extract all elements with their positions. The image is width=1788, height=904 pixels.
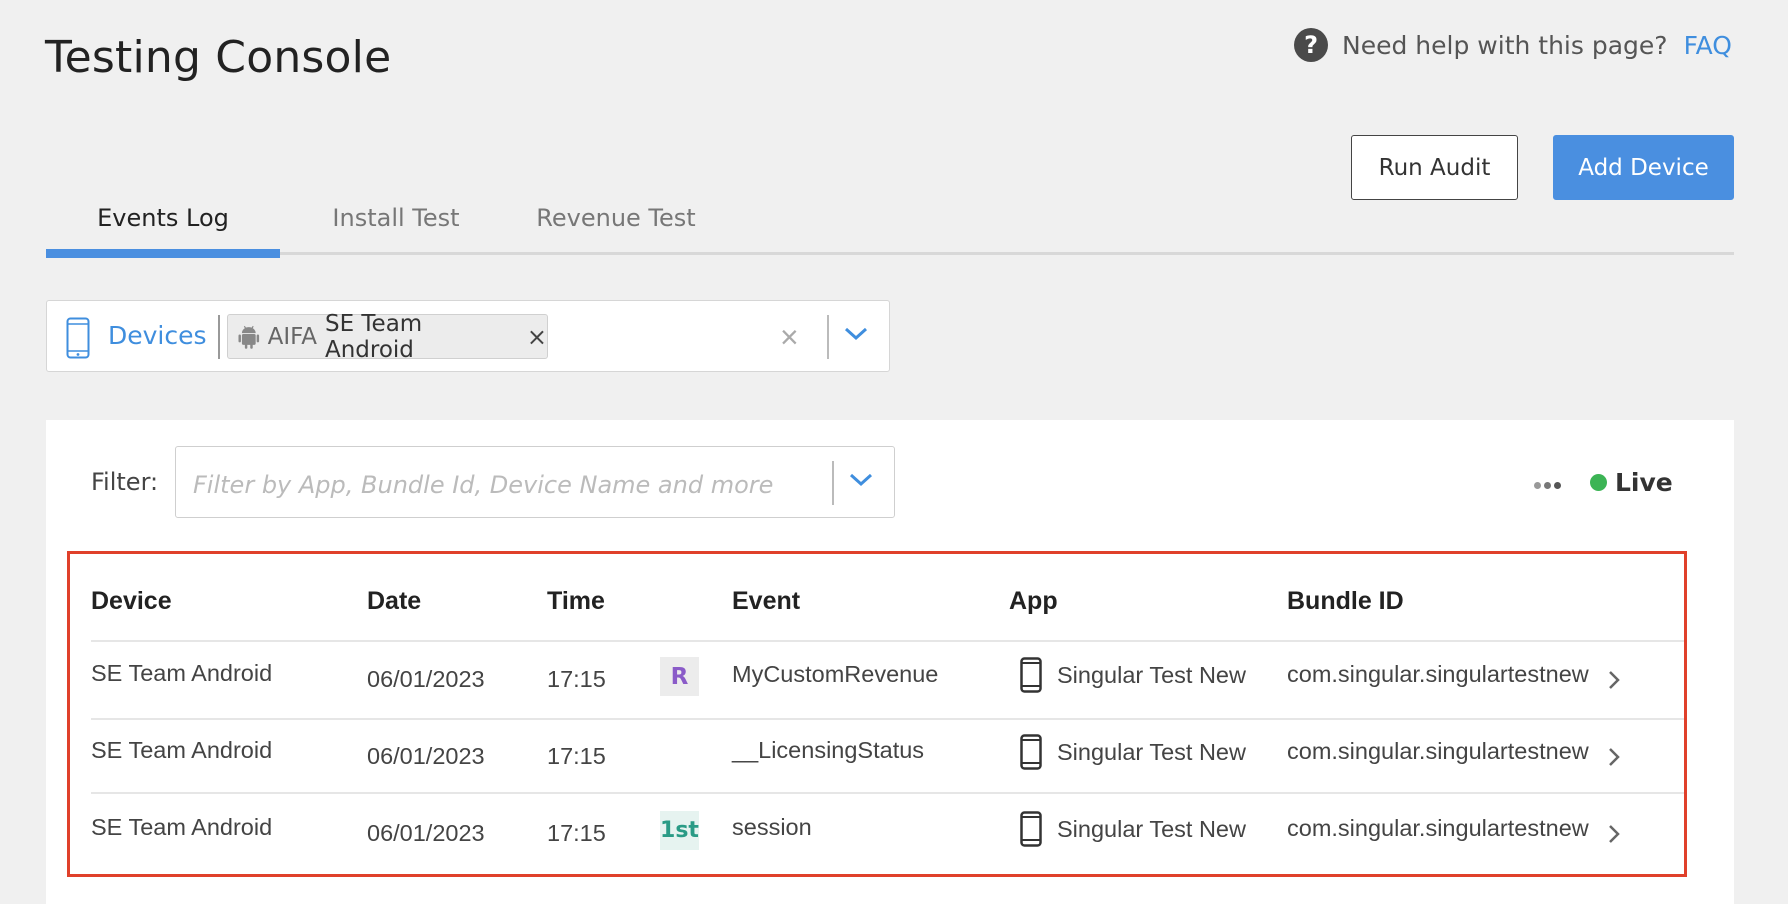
first-session-badge: 1st [660, 811, 699, 850]
chevron-right-icon[interactable] [1607, 746, 1621, 768]
remove-chip-icon[interactable]: × [527, 323, 547, 351]
column-header-event: Event [732, 587, 801, 615]
chevron-down-icon[interactable] [843, 325, 869, 343]
cell-device: SE Team Android [91, 814, 273, 840]
cell-device: SE Team Android [91, 660, 273, 686]
more-options-icon[interactable] [1534, 482, 1561, 489]
cell-time: 17:15 [547, 820, 606, 846]
live-status: Live [1590, 468, 1673, 497]
device-selector[interactable]: Devices AIFA SE Team Android × × [46, 300, 890, 372]
run-audit-button[interactable]: Run Audit [1351, 135, 1518, 200]
row-divider [91, 792, 1684, 794]
help-section: ? Need help with this page? FAQ [1294, 28, 1732, 62]
clear-selection-icon[interactable]: × [780, 319, 799, 356]
events-panel: Filter: Filter by App, Bundle Id, Device… [46, 420, 1734, 904]
events-table: Device Date Time Event App Bundle ID SE … [67, 551, 1687, 877]
cell-device: SE Team Android [91, 737, 273, 763]
filter-label: Filter: [91, 468, 159, 496]
cell-date: 06/01/2023 [367, 666, 485, 692]
tab-bar: Events Log Install Test Revenue Test [46, 200, 1734, 258]
cell-date: 06/01/2023 [367, 743, 485, 769]
row-divider [91, 718, 1684, 720]
chevron-down-icon[interactable] [848, 471, 874, 489]
id-type: AIFA [267, 323, 317, 350]
column-header-bundle-id: Bundle ID [1287, 587, 1404, 615]
cell-app: Singular Test New [1057, 662, 1246, 688]
android-icon [238, 325, 260, 349]
cell-app: Singular Test New [1057, 739, 1246, 765]
cell-bundle-id: com.singular.singulartestnew [1287, 738, 1589, 764]
cell-bundle-id: com.singular.singulartestnew [1287, 815, 1589, 841]
smartphone-icon [66, 317, 90, 359]
cell-event: session [732, 814, 812, 840]
cell-time: 17:15 [547, 743, 606, 769]
cell-bundle-id: com.singular.singulartestnew [1287, 661, 1589, 687]
live-indicator-icon [1590, 474, 1607, 491]
devices-label: Devices [108, 321, 207, 350]
page-title: Testing Console [45, 32, 392, 83]
chevron-right-icon[interactable] [1607, 823, 1621, 845]
tab-revenue-test[interactable]: Revenue Test [526, 204, 706, 258]
revenue-badge: R [660, 657, 699, 696]
column-header-app: App [1009, 587, 1058, 615]
filter-input[interactable]: Filter by App, Bundle Id, Device Name an… [175, 446, 895, 518]
tab-install-test[interactable]: Install Test [316, 204, 476, 258]
cell-app: Singular Test New [1057, 816, 1246, 842]
help-text: Need help with this page? [1342, 30, 1668, 60]
column-header-device: Device [91, 587, 172, 615]
chevron-right-icon[interactable] [1607, 669, 1621, 691]
smartphone-icon [1020, 734, 1042, 770]
divider [832, 461, 834, 505]
cell-time: 17:15 [547, 666, 606, 692]
row-divider [91, 640, 1684, 642]
divider [827, 315, 829, 359]
cell-date: 06/01/2023 [367, 820, 485, 846]
selected-device-chip: AIFA SE Team Android × [227, 311, 548, 363]
filter-placeholder: Filter by App, Bundle Id, Device Name an… [193, 471, 774, 499]
cell-event: MyCustomRevenue [732, 661, 939, 687]
cell-event: __LicensingStatus [732, 737, 925, 763]
smartphone-icon [1020, 657, 1042, 693]
help-icon[interactable]: ? [1294, 28, 1329, 62]
live-label: Live [1615, 468, 1673, 497]
tab-events-log[interactable]: Events Log [46, 204, 280, 258]
device-name: SE Team Android [324, 310, 423, 363]
faq-link[interactable]: FAQ [1684, 31, 1732, 60]
column-header-time: Time [547, 587, 605, 615]
smartphone-icon [1020, 811, 1042, 847]
add-device-button[interactable]: Add Device [1553, 135, 1734, 200]
divider [218, 315, 220, 359]
column-header-date: Date [367, 587, 422, 615]
